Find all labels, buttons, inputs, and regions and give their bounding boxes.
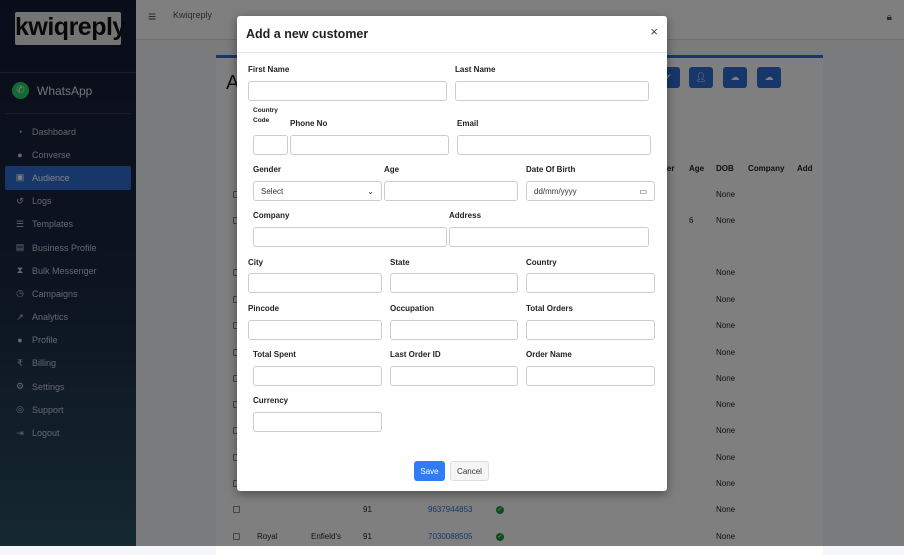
- total-orders-input[interactable]: [526, 320, 655, 340]
- save-button[interactable]: Save: [414, 461, 445, 481]
- phone-input[interactable]: [290, 135, 449, 155]
- last-name-input[interactable]: [455, 81, 649, 101]
- dob-input[interactable]: dd/mm/yyyy ▭: [526, 181, 655, 201]
- country-code-input[interactable]: [253, 135, 288, 155]
- country-input[interactable]: [526, 273, 655, 293]
- occupation-label: Occupation: [390, 304, 435, 313]
- cancel-button[interactable]: Cancel: [450, 461, 489, 481]
- country-code-label: Country Code: [253, 107, 278, 124]
- chevron-down-icon: ⌄: [367, 186, 374, 196]
- last-order-id-input[interactable]: [390, 366, 518, 386]
- city-label: City: [248, 258, 264, 267]
- dob-label: Date Of Birth: [526, 165, 576, 174]
- total-orders-label: Total Orders: [526, 304, 573, 313]
- age-input[interactable]: [384, 181, 518, 201]
- calendar-icon[interactable]: ▭: [639, 187, 647, 196]
- total-spent-label: Total Spent: [253, 350, 296, 359]
- address-label: Address: [449, 211, 482, 220]
- gender-value: Select: [261, 186, 284, 196]
- close-icon[interactable]: ×: [650, 24, 658, 39]
- first-name-label: First Name: [248, 65, 290, 74]
- occupation-input[interactable]: [390, 320, 518, 340]
- gender-select[interactable]: Select ⌄: [253, 181, 382, 201]
- currency-input[interactable]: [253, 412, 382, 432]
- pincode-label: Pincode: [248, 304, 280, 313]
- last-order-id-label: Last Order ID: [390, 350, 441, 359]
- email-input[interactable]: [457, 135, 651, 155]
- last-name-label: Last Name: [455, 65, 496, 74]
- company-input[interactable]: [253, 227, 447, 247]
- pincode-input[interactable]: [248, 320, 382, 340]
- gender-label: Gender: [253, 165, 282, 174]
- dob-value: dd/mm/yyyy: [534, 186, 577, 196]
- address-input[interactable]: [449, 227, 649, 247]
- currency-label: Currency: [253, 396, 289, 405]
- email-label: Email: [457, 119, 479, 128]
- age-label: Age: [384, 165, 400, 174]
- modal-title: Add a new customer: [246, 27, 369, 41]
- company-label: Company: [253, 211, 290, 220]
- state-label: State: [390, 258, 410, 267]
- order-name-input[interactable]: [526, 366, 655, 386]
- city-input[interactable]: [248, 273, 382, 293]
- add-customer-modal: Add a new customer × First Name Last Name…: [237, 16, 667, 491]
- first-name-input[interactable]: [248, 81, 447, 101]
- total-spent-input[interactable]: [253, 366, 382, 386]
- phone-label: Phone No: [290, 119, 328, 128]
- order-name-label: Order Name: [526, 350, 572, 359]
- country-label: Country: [526, 258, 557, 267]
- state-input[interactable]: [390, 273, 518, 293]
- divider: [237, 52, 667, 53]
